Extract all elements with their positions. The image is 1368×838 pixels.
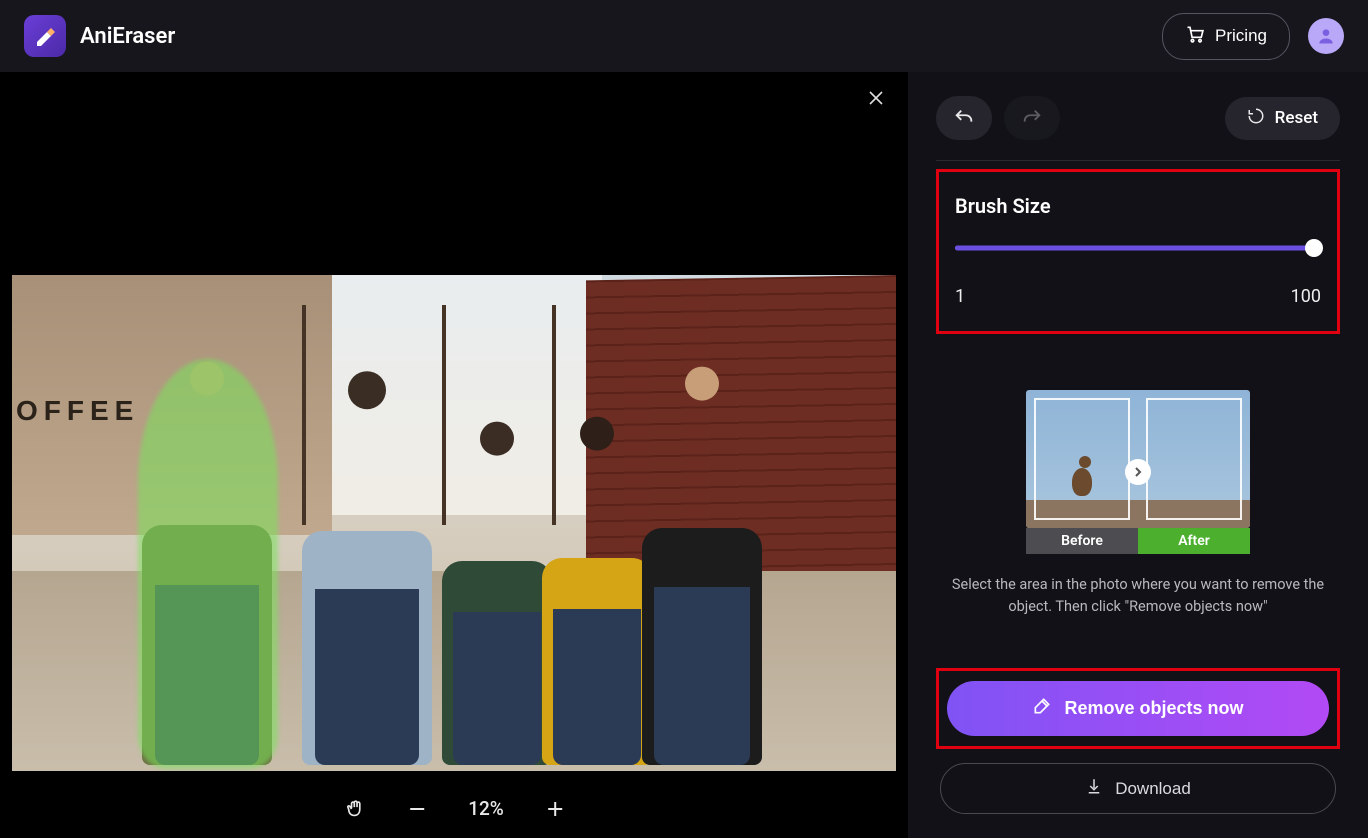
avatar[interactable] xyxy=(1308,18,1344,54)
selection-mask xyxy=(138,359,278,769)
photo-person-5 xyxy=(642,370,762,765)
download-button[interactable]: Download xyxy=(940,763,1336,814)
example-labels: Before After xyxy=(1026,528,1250,554)
logo-area: AniEraser xyxy=(24,15,175,57)
pan-hand-button[interactable] xyxy=(344,798,366,820)
cart-icon xyxy=(1185,24,1205,49)
sidebar-top-controls: Reset xyxy=(936,96,1340,140)
remove-action-panel: Remove objects now xyxy=(936,668,1340,749)
pricing-label: Pricing xyxy=(1215,26,1267,46)
brush-size-title: Brush Size xyxy=(955,194,1321,218)
reset-button[interactable]: Reset xyxy=(1225,97,1340,140)
reset-icon xyxy=(1247,107,1265,130)
undo-button[interactable] xyxy=(936,96,992,140)
slider-thumb[interactable] xyxy=(1305,239,1323,257)
divider xyxy=(936,160,1340,161)
photo-preview: OFFEE xyxy=(12,275,896,771)
photo-person-4 xyxy=(542,420,652,765)
photo-person-2 xyxy=(302,375,432,765)
download-label: Download xyxy=(1115,779,1191,799)
zoom-percent: 12% xyxy=(468,797,504,820)
remove-objects-button[interactable]: Remove objects now xyxy=(947,681,1329,736)
canvas-area: OFFEE 12% xyxy=(0,72,908,838)
app-name: AniEraser xyxy=(80,24,175,49)
header-right: Pricing xyxy=(1162,13,1344,60)
photo-sign-text: OFFEE xyxy=(16,395,139,427)
slider-labels: 1 100 xyxy=(955,286,1321,307)
help-text: Select the area in the photo where you w… xyxy=(938,574,1338,618)
arrow-right-icon xyxy=(1125,459,1151,485)
brush-icon xyxy=(1032,696,1052,721)
download-icon xyxy=(1085,777,1103,800)
app-header: AniEraser Pricing xyxy=(0,0,1368,72)
example-after-label: After xyxy=(1138,528,1250,554)
undo-redo-group xyxy=(936,96,1060,140)
reset-label: Reset xyxy=(1275,108,1318,128)
close-canvas-button[interactable] xyxy=(868,90,884,110)
remove-objects-label: Remove objects now xyxy=(1064,698,1243,719)
app-logo-icon xyxy=(24,15,66,57)
image-stage[interactable]: OFFEE xyxy=(0,72,908,838)
brush-size-panel: Brush Size 1 100 xyxy=(936,169,1340,334)
example-block: Before After Select the area in the phot… xyxy=(936,390,1340,618)
example-before-label: Before xyxy=(1026,528,1138,554)
redo-button[interactable] xyxy=(1004,96,1060,140)
main-area: OFFEE 12% xyxy=(0,72,1368,838)
photo-person-3 xyxy=(442,425,552,765)
zoom-controls: 12% xyxy=(344,797,564,820)
tools-sidebar: Reset Brush Size 1 100 xyxy=(908,72,1368,838)
zoom-in-button[interactable] xyxy=(546,800,564,818)
zoom-out-button[interactable] xyxy=(408,800,426,818)
brush-size-slider[interactable] xyxy=(955,240,1321,256)
pricing-button[interactable]: Pricing xyxy=(1162,13,1290,60)
brush-min-label: 1 xyxy=(955,286,965,307)
brush-max-label: 100 xyxy=(1291,286,1321,307)
